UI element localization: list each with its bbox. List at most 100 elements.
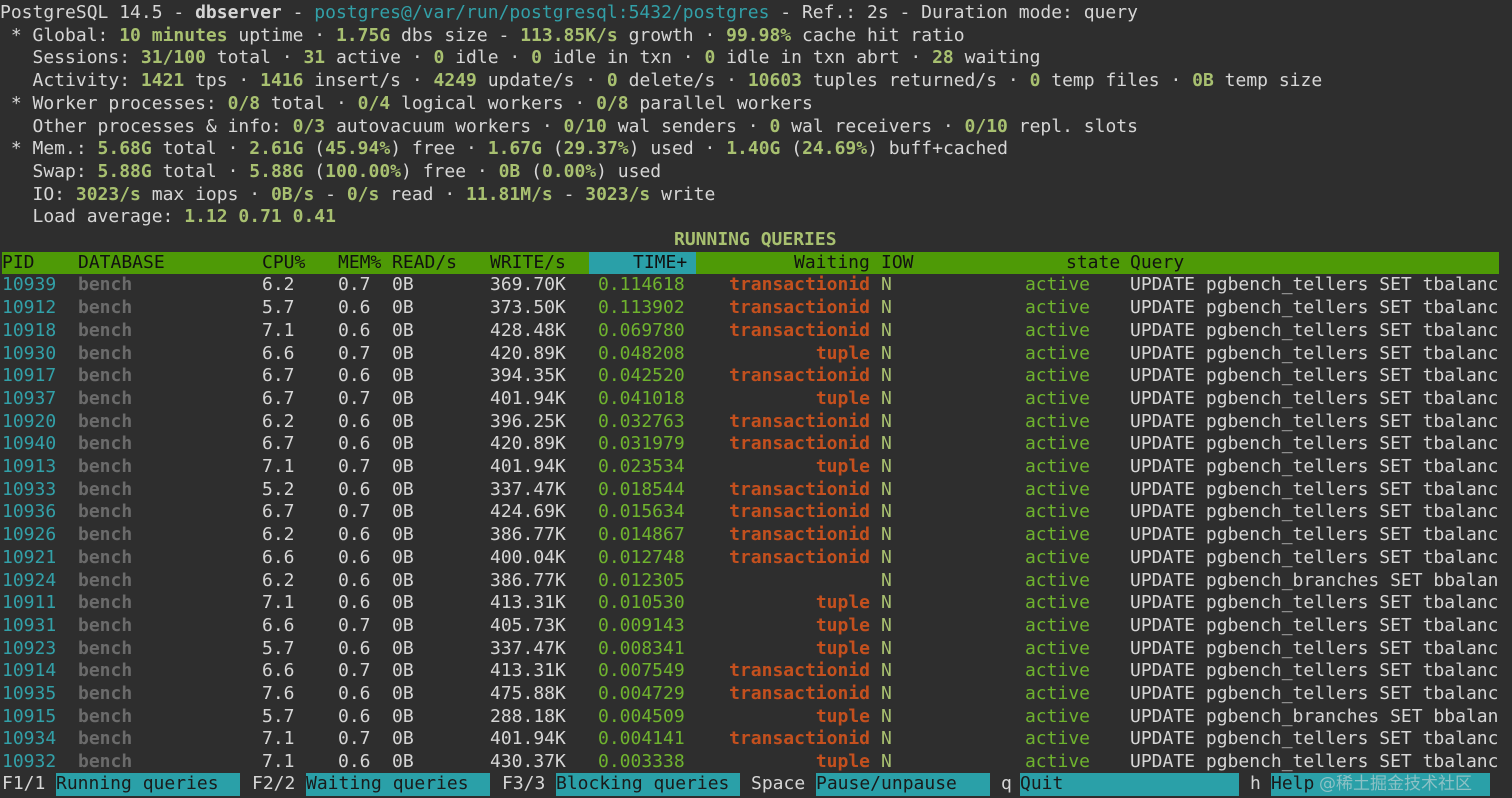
table-row[interactable]: 10931 bench 6.6 0.7 0B 405.73K 0.009143 tuple Na… <box>0 615 1512 638</box>
cell-read: 0B <box>392 524 414 546</box>
col-pid[interactable]: PID <box>2 252 35 275</box>
header-line-other: Other processes & info: 0/3 autovacuum w… <box>0 115 1138 137</box>
table-row[interactable]: 10937 bench 6.7 0.7 0B 401.94K 0.041018 tuple Na… <box>0 388 1512 411</box>
cell-query: UPDATE pgbench_tellers SET tbalanc <box>1130 592 1499 614</box>
cell-state: active <box>1024 569 1090 591</box>
col-query[interactable]: Query <box>1130 252 1184 275</box>
table-row[interactable]: 10935 bench 7.6 0.6 0B 475.88K 0.004729 transac… <box>0 683 1512 706</box>
cell-mem: 0.7 <box>338 501 371 523</box>
cell-write: 405.73K <box>490 614 566 636</box>
cell-pid: 10921 <box>2 546 57 568</box>
cell-pid: 10918 <box>2 319 57 341</box>
cell-waiting: transactionid <box>729 274 870 296</box>
cell-read: 0B <box>392 751 414 773</box>
cell-time: 0.012748 <box>598 546 685 568</box>
cell-time: 0.004729 <box>598 683 685 704</box>
cell-pid: 10913 <box>2 456 57 477</box>
col-waiting[interactable]: Waiting <box>794 252 870 275</box>
cell-write: 428.48K <box>490 319 566 341</box>
table-row[interactable]: 10933 bench 5.2 0.6 0B 337.47K 0.018544 transac… <box>0 479 1512 502</box>
header-line-mem: * Mem.: 5.68G total · 2.61G (45.94%) fre… <box>0 138 1008 160</box>
cell-iow: N <box>881 569 892 591</box>
cell-query: UPDATE pgbench_tellers SET tbalanc <box>1130 546 1499 568</box>
cell-read: 0B <box>392 705 414 727</box>
cell-iow: N <box>881 751 892 773</box>
cell-mem: 0.6 <box>338 433 371 455</box>
blocking-queries-button[interactable]: Blocking queries <box>556 773 740 796</box>
table-row[interactable]: 10912 bench 5.7 0.6 0B 373.50K 0.113902 transac… <box>0 297 1512 320</box>
col-write[interactable]: WRITE/s <box>490 252 566 275</box>
cell-mem: 0.7 <box>338 614 371 636</box>
table-row[interactable]: 10913 bench 7.1 0.7 0B 401.94K 0.023534 tuple Na… <box>0 456 1512 479</box>
table-row[interactable]: 10926 bench 6.2 0.6 0B 386.77K 0.014867 transac… <box>0 524 1512 547</box>
cell-state: active <box>1024 410 1090 432</box>
table-row[interactable]: 10939 bench 6.2 0.7 0B 369.70K 0.114618 transac… <box>0 274 1512 297</box>
cell-query: UPDATE pgbench_tellers SET tbalanc <box>1130 637 1499 659</box>
terminal-window: PostgreSQL 14.5 - dbserver - postgres@/v… <box>0 0 1512 798</box>
table-row[interactable]: 10934 bench 7.1 0.7 0B 401.94K 0.004141 transac… <box>0 728 1512 751</box>
waiting-queries-button[interactable]: Waiting queries <box>306 773 490 796</box>
table-row[interactable]: 10915 bench 5.7 0.6 0B 288.18K 0.004509 tuple Na… <box>0 706 1512 729</box>
cell-time: 0.114618 <box>598 274 685 296</box>
col-time[interactable]: TIME+ <box>633 252 687 275</box>
table-row[interactable]: 10920 bench 6.2 0.6 0B 396.25K 0.032763 transac… <box>0 411 1512 434</box>
cell-mem: 0.6 <box>338 524 371 546</box>
cell-database: bench <box>78 478 133 500</box>
table-row[interactable]: 10930 bench 6.6 0.7 0B 420.89K 0.048208 tuple Na… <box>0 343 1512 366</box>
cell-mem: 0.6 <box>338 319 371 341</box>
cell-query: UPDATE pgbench_tellers SET tbalanc <box>1130 751 1499 773</box>
quit-button[interactable]: Quit <box>1020 773 1239 796</box>
pause-button[interactable]: Pause/unpause <box>816 773 990 796</box>
cell-write: 413.31K <box>490 660 566 682</box>
cell-pid: 10937 <box>2 387 57 409</box>
cell-write: 424.69K <box>490 501 566 523</box>
cell-cpu: 6.7 <box>262 387 295 409</box>
cell-cpu: 6.2 <box>262 274 295 296</box>
cell-state: active <box>1024 342 1090 364</box>
cell-write: 337.47K <box>490 478 566 500</box>
cell-database: bench <box>78 569 133 591</box>
cell-cpu: 6.2 <box>262 569 295 591</box>
key-space: Space <box>751 773 806 794</box>
col-read[interactable]: READ/s <box>392 252 457 275</box>
table-row[interactable]: 10911 bench 7.1 0.6 0B 413.31K 0.010530 tuple Na… <box>0 592 1512 615</box>
cell-pid: 10912 <box>2 297 57 319</box>
table-row[interactable]: 10932 bench 7.1 0.6 0B 430.37K 0.003338 tuple Na… <box>0 751 1512 774</box>
cell-iow: N <box>881 728 892 750</box>
col-cpu[interactable]: CPU% <box>262 252 305 275</box>
cell-read: 0B <box>392 592 414 614</box>
cell-iow: N <box>881 524 892 546</box>
table-row[interactable]: 10921 bench 6.6 0.6 0B 400.04K 0.012748 transac… <box>0 547 1512 570</box>
cell-write: 337.47K <box>490 637 566 659</box>
table-row[interactable]: 10917 bench 6.7 0.6 0B 394.35K 0.042520 transac… <box>0 365 1512 388</box>
cell-state: active <box>1024 728 1090 750</box>
col-iow[interactable]: IOW <box>881 252 914 275</box>
cell-time: 0.008341 <box>598 637 685 659</box>
table-row[interactable]: 10924 bench 6.2 0.6 0B 386.77K 0.012305 Nactive… <box>0 570 1512 593</box>
cell-write: 386.77K <box>490 569 566 591</box>
col-mem[interactable]: MEM% <box>338 252 381 275</box>
cell-iow: N <box>881 433 892 455</box>
key-f1: F1/1 <box>2 773 46 794</box>
cell-mem: 0.7 <box>338 342 371 364</box>
cell-cpu: 6.7 <box>262 501 295 523</box>
running-queries-button[interactable]: Running queries <box>56 773 240 796</box>
cell-query: UPDATE pgbench_tellers SET tbalanc <box>1130 342 1499 364</box>
cell-mem: 0.7 <box>338 387 371 409</box>
cell-pid: 10931 <box>2 614 57 636</box>
cell-mem: 0.7 <box>338 728 371 750</box>
cell-pid: 10915 <box>2 705 57 727</box>
cell-mem: 0.6 <box>338 705 371 727</box>
cell-waiting: tuple <box>815 387 870 409</box>
table-row[interactable]: 10914 bench 6.6 0.7 0B 413.31K 0.007549 transac… <box>0 660 1512 683</box>
table-row[interactable]: 10918 bench 7.1 0.6 0B 428.48K 0.069780 transac… <box>0 320 1512 343</box>
table-row[interactable]: 10940 bench 6.7 0.6 0B 420.89K 0.031979 transac… <box>0 433 1512 456</box>
cell-state: active <box>1024 614 1090 636</box>
cell-database: bench <box>78 546 133 568</box>
table-row[interactable]: 10936 bench 6.7 0.7 0B 424.69K 0.015634 transac… <box>0 501 1512 524</box>
cell-pid: 10932 <box>2 751 57 773</box>
col-database[interactable]: DATABASE <box>78 252 165 275</box>
col-state[interactable]: state <box>1066 252 1120 275</box>
cell-read: 0B <box>392 410 414 432</box>
table-row[interactable]: 10923 bench 5.7 0.6 0B 337.47K 0.008341 tuple Na… <box>0 638 1512 661</box>
